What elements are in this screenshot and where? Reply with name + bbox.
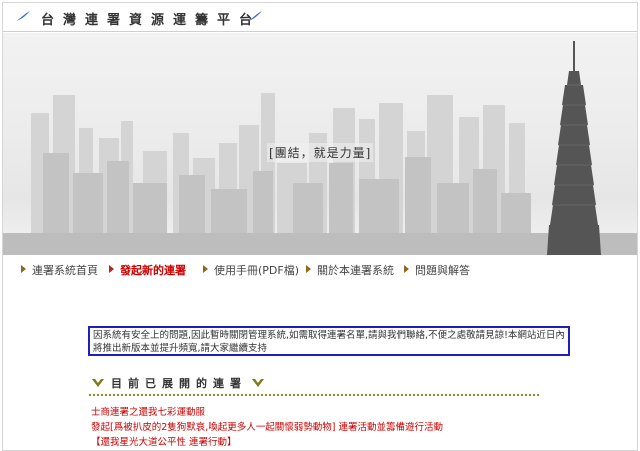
nav-item-label: 關於本連署系統 [317,264,394,277]
city-skyline-banner: [團結，就是力量] [3,33,637,255]
petition-link[interactable]: 士商連署之還我七彩運動服 [91,404,205,418]
nav-item-label: 問題與解答 [415,264,470,277]
section-title: 目前已展開的連署 [111,376,247,390]
arrow-right-icon [21,265,26,273]
nav-item-home[interactable]: 連署系統首頁 [21,262,98,278]
nav-item-label: 發起新的連署 [120,264,186,277]
arrow-right-icon [203,265,208,273]
flourish-icon [92,378,104,387]
system-notice: 因系統有安全上的問題,因此暫時關閉管理系統,如需取得連署名單,請與我們聯絡,不便… [88,326,570,356]
nav-item-about[interactable]: 關於本連署系統 [306,262,394,278]
site-title: 台灣連署資源運籌平台 [41,13,262,28]
arrow-right-icon [306,265,311,273]
nav-item-faq[interactable]: 問題與解答 [404,262,470,278]
banner-slogan: [團結，就是力量] [267,143,374,162]
flourish-icon [252,378,264,387]
petition-link[interactable]: 【還我星光大道公平性 連署行動】 [91,434,237,448]
nav-item-label: 使用手冊(PDF檔) [214,264,300,277]
nav-item-new-petition[interactable]: 發起新的連署 [109,262,186,278]
arrow-right-icon [109,265,114,273]
swoosh-icon [16,11,30,21]
petition-link[interactable]: 發起[爲被扒皮的2隻狗默哀,喚起更多人一起關懷弱勢動物] 連署活動並籌備遊行活動 [91,419,443,433]
section-divider [89,394,539,396]
nav-item-manual-pdf[interactable]: 使用手冊(PDF檔) [203,262,299,278]
ongoing-petitions-heading: 目前已展開的連署 [91,372,265,390]
site-header: 台灣連署資源運籌平台 [3,3,637,32]
swoosh-icon [248,11,262,21]
page-frame: 台灣連署資源運籌平台 [團結，就是力量] 連署系統首頁 發起新的連署 使用手冊(… [2,2,638,451]
arrow-right-icon [404,265,409,273]
nav-item-label: 連署系統首頁 [32,264,98,277]
main-nav: 連署系統首頁 發起新的連署 使用手冊(PDF檔) 關於本連署系統 問題與解答 [3,259,637,281]
